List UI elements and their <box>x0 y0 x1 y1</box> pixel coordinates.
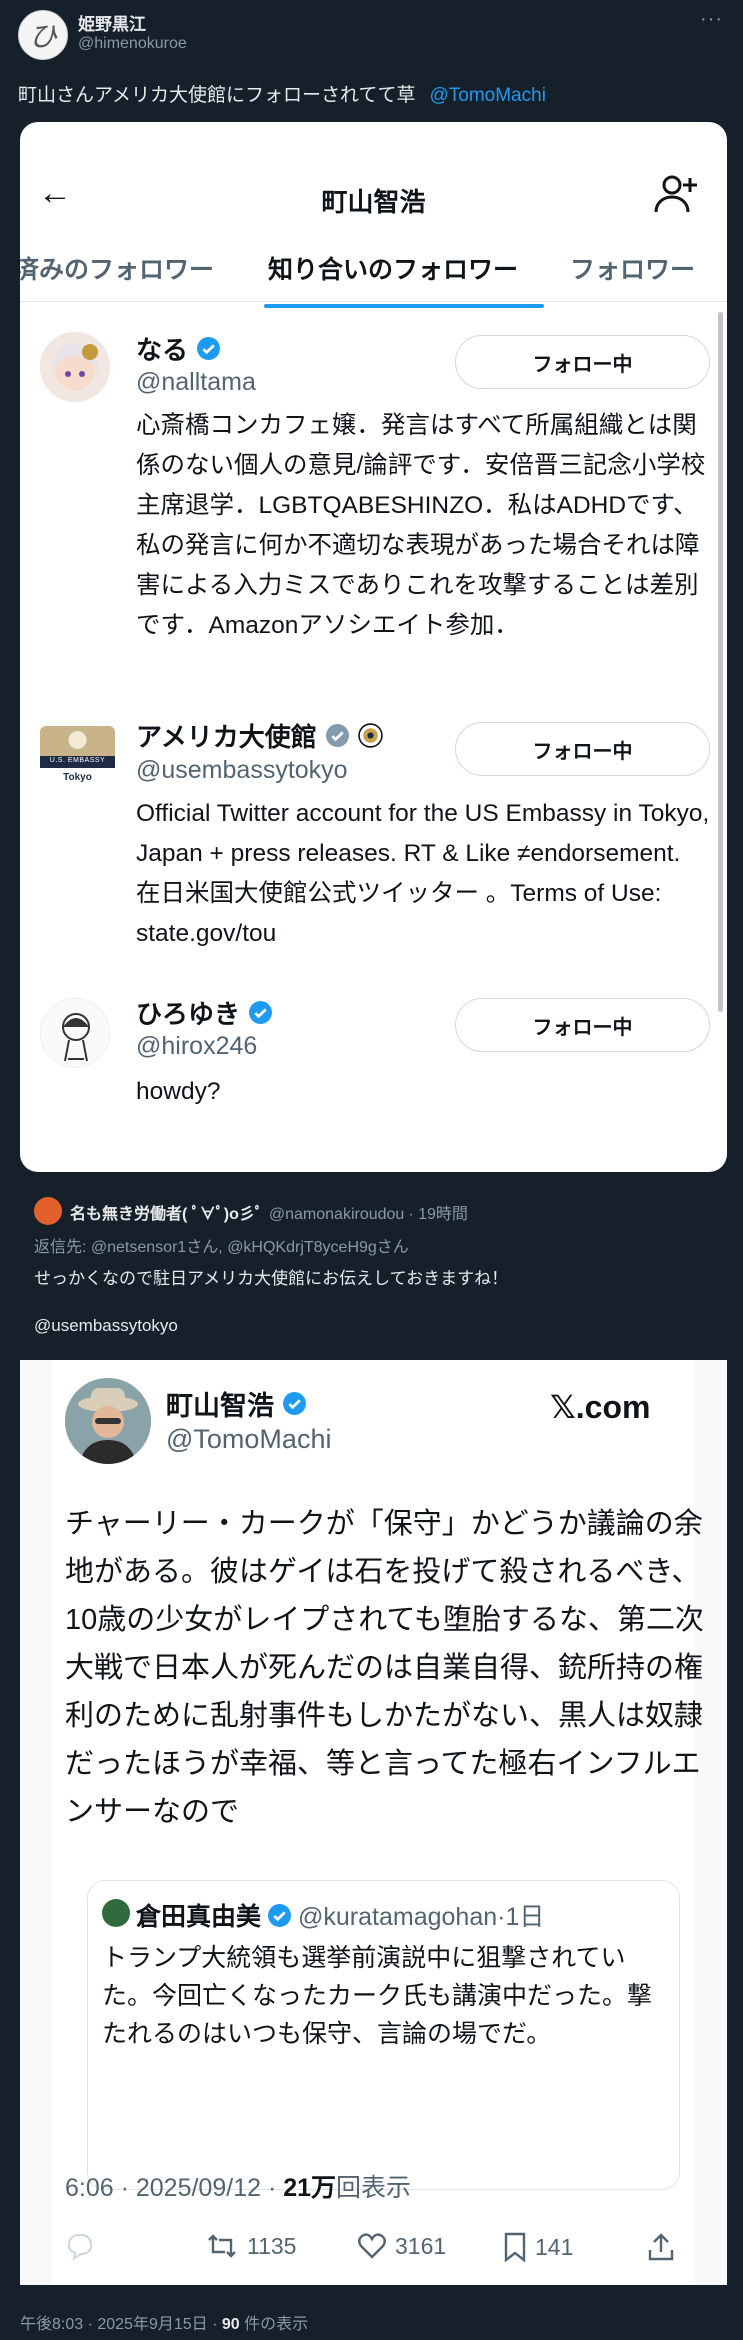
reply-mention[interactable]: @usembassytokyo <box>34 1316 178 1336</box>
avatar-caption: U.S. EMBASSY <box>49 757 106 764</box>
reply-action <box>65 2232 95 2260</box>
account-name: アメリカ大使館 <box>136 722 317 752</box>
profile-title: 町山智浩 <box>321 187 426 217</box>
account-handle[interactable]: @hirox246 <box>136 1032 257 1061</box>
retweet-action: 1135 <box>205 2232 296 2260</box>
share-action <box>647 2232 675 2262</box>
bookmark-count: 141 <box>535 2233 574 2260</box>
account-handle[interactable]: @nalltama <box>136 368 256 397</box>
account-name-row[interactable]: アメリカ大使館 <box>136 717 383 754</box>
following-button[interactable]: フォロー中 <box>455 998 710 1052</box>
tweet-author-handle: @TomoMachi <box>166 1424 332 1454</box>
affiliate-seal-icon <box>357 723 383 748</box>
drawing-avatar-icon <box>41 999 109 1067</box>
avatar-glyph: ひ <box>28 20 57 53</box>
tweet-timestamp-row: 6:06 · 2025/09/12 · 21万回表示 <box>65 2168 411 2204</box>
tweet-author-avatar <box>65 1378 151 1464</box>
retweet-count: 1135 <box>247 2232 297 2259</box>
more-options-icon[interactable]: ··· <box>700 8 723 31</box>
quoted-tweet-screenshot: 町山智浩 @TomoMachi 𝕏.com チャーリー・カークが「保守」かどうか… <box>20 1360 727 2285</box>
tweet-timestamp: 6:06 · 2025/09/12 · <box>65 2174 284 2202</box>
active-tab-indicator <box>264 304 544 308</box>
post-view-count: 90 <box>221 2316 240 2333</box>
verified-badge-icon <box>268 1903 291 1927</box>
account-avatar[interactable] <box>40 332 110 402</box>
share-icon <box>648 2233 674 2261</box>
avatar-subcaption: Tokyo <box>63 772 92 783</box>
post-text-body: 町山さんアメリカ大使館にフォローされてて草 <box>18 85 416 106</box>
bookmark-icon <box>504 2232 526 2262</box>
following-button[interactable]: フォロー中 <box>455 335 710 389</box>
tab-followers-you-know[interactable]: 知り合いのフォロワー <box>268 250 518 286</box>
account-bio: howdy? <box>136 1078 221 1105</box>
tab-verified-followers[interactable]: 済みのフォロワー <box>20 250 214 286</box>
quote-tweet: 倉田真由美 @kuratamagohan·1日 トランプ大統領も選挙前演説中に狙… <box>87 1880 680 2190</box>
reply-author-name: 名も無き労働者( ﾟ∀ﾟ)o彡ﾟ <box>70 1206 263 1223</box>
reply-author-avatar[interactable] <box>34 1197 62 1225</box>
quote-author-avatar <box>102 1899 130 1927</box>
man-with-hat-avatar-icon <box>65 1378 151 1464</box>
tab-followers[interactable]: フォロワー <box>570 250 695 286</box>
quote-author-name: 倉田真由美 <box>136 1903 262 1931</box>
author-handle[interactable]: @himenokuroe <box>78 35 187 53</box>
followers-screenshot: ← 町山智浩 済みのフォロワー 知り合いのフォロワー フォロワー なる @nal… <box>20 122 727 1172</box>
add-user-icon[interactable] <box>654 174 698 214</box>
reply-icon <box>67 2233 93 2260</box>
post-footer-meta: 午後8:03 · 2025年9月15日 · 90 件の表示 <box>20 2310 308 2334</box>
anime-girl-avatar-icon <box>40 332 110 402</box>
tweet-body: チャーリー・カークが「保守」かどうか議論の余地がある。彼はゲイは石を投げて殺され… <box>65 1508 704 1828</box>
author-avatar[interactable]: ひ <box>18 10 68 60</box>
post-text: 町山さんアメリカ大使館にフォローされてて草 @TomoMachi <box>18 80 546 107</box>
like-action: 3161 <box>357 2232 446 2260</box>
x-logo: 𝕏.com <box>550 1389 651 1425</box>
like-count: 3161 <box>395 2232 447 2259</box>
reply-time: · 19時間 <box>408 1206 468 1223</box>
reply-author-handle: @namonakiroudou <box>268 1206 405 1223</box>
reply-author-row[interactable]: 名も無き労働者( ﾟ∀ﾟ)o彡ﾟ @namonakiroudou · 19時間 <box>70 1200 468 1224</box>
quote-body: トランプ大統領も選挙前演説中に狙撃されていた。今回亡くなったカーク氏も講演中だっ… <box>102 1944 653 2048</box>
account-name-row[interactable]: なる <box>136 330 221 367</box>
author-name[interactable]: 姫野黒江 <box>78 10 146 35</box>
bookmark-action: 141 <box>503 2232 573 2262</box>
post-mention-link[interactable]: @TomoMachi <box>429 85 545 106</box>
account-name: なる <box>136 335 189 365</box>
verified-badge-icon <box>249 1001 272 1024</box>
retweet-icon <box>208 2234 236 2258</box>
verified-badge-icon <box>197 337 220 360</box>
account-name: ひろゆき <box>136 999 241 1029</box>
account-avatar[interactable]: U.S. EMBASSY Tokyo <box>40 722 115 790</box>
reply-text: せっかくなので駐日アメリカ大使館にお伝えしておきますね！ <box>34 1269 509 1288</box>
heart-icon <box>358 2233 386 2259</box>
scrollbar[interactable] <box>718 312 723 1012</box>
tweet-view-label: 回表示 <box>336 2174 412 2202</box>
tweet-author-row: 町山智浩 <box>166 1384 307 1423</box>
verified-badge-icon <box>283 1392 306 1415</box>
tweet-author-name: 町山智浩 <box>166 1391 274 1421</box>
follower-tabs: 済みのフォロワー 知り合いのフォロワー フォロワー <box>20 240 727 302</box>
following-button[interactable]: フォロー中 <box>455 722 710 776</box>
reply-to-line[interactable]: 返信先: @netsensor1さん, @kHQKdrjT8yceH9gさん <box>34 1233 409 1257</box>
post-view-label: 件の表示 <box>239 2316 309 2333</box>
account-handle[interactable]: @usembassytokyo <box>136 756 348 785</box>
account-bio: 心斎橋コンカフェ嬢．発言はすべて所属組織とは関係のない個人の意見/論評です．安倍… <box>136 412 706 639</box>
account-name-row[interactable]: ひろゆき <box>136 994 273 1031</box>
quote-author-row: 倉田真由美 @kuratamagohan·1日 <box>136 1897 544 1933</box>
account-bio: Official Twitter account for the US Emba… <box>136 800 710 947</box>
post-timestamp[interactable]: 午後8:03 · 2025年9月15日 · <box>20 2316 222 2333</box>
gray-verified-badge-icon <box>325 724 349 747</box>
tweet-view-count: 21万 <box>283 2174 337 2202</box>
quote-author-handle: @kuratamagohan·1日 <box>298 1903 545 1931</box>
account-avatar[interactable] <box>40 998 110 1068</box>
tweet-action-bar: 1135 3161 141 <box>65 2232 685 2272</box>
